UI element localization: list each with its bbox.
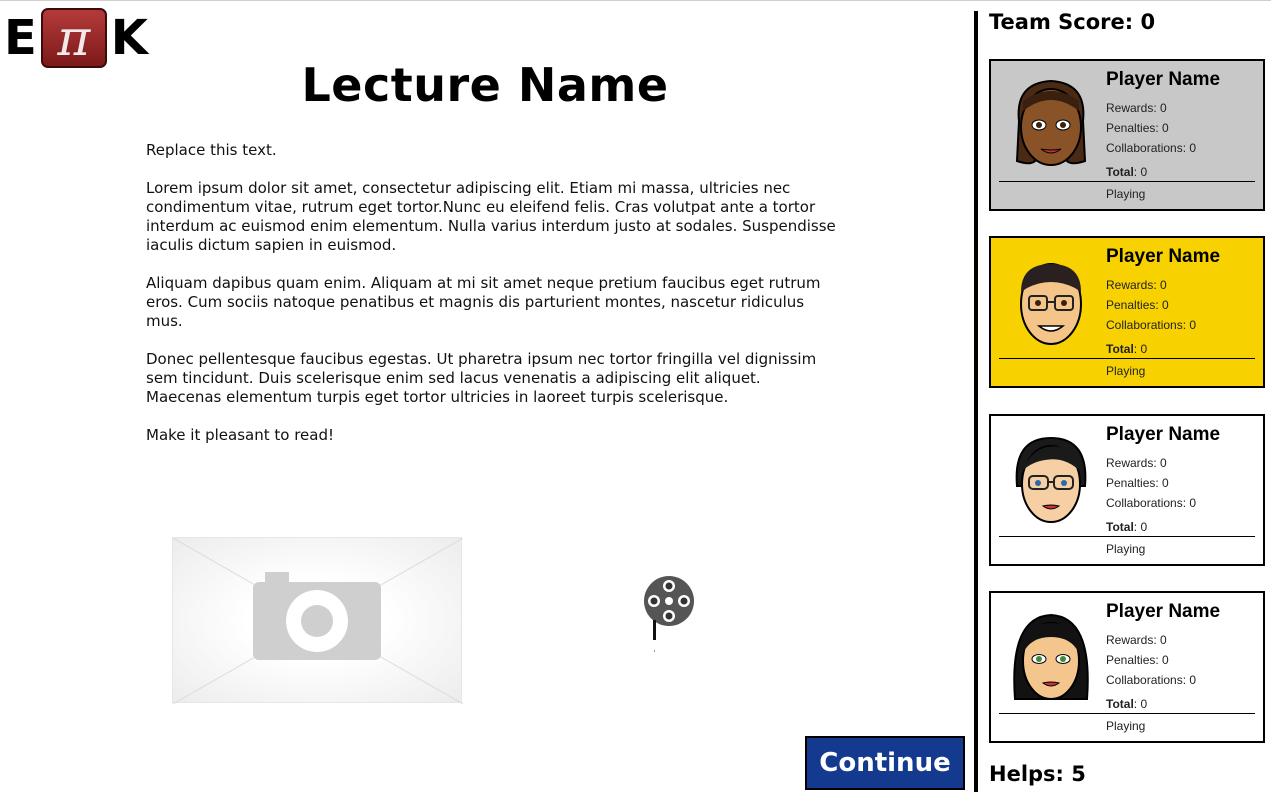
total-stat: Total: 0: [1106, 697, 1148, 711]
total-stat: Total: 0: [1106, 165, 1148, 179]
team-score: Team Score: 0: [989, 10, 1156, 34]
rewards-stat: Rewards: 0: [1106, 278, 1167, 292]
card-separator: [999, 713, 1255, 714]
continue-button[interactable]: Continue: [805, 736, 965, 790]
lecture-title: Lecture Name: [301, 58, 669, 112]
rewards-stat: Rewards: 0: [1106, 633, 1167, 647]
avatar-woman-dark-skin-icon: [1015, 79, 1087, 166]
player-status: Playing: [1106, 187, 1146, 201]
player-name: Player Name: [1106, 424, 1221, 445]
camera-icon: [173, 538, 463, 704]
player-status: Playing: [1106, 719, 1146, 733]
collaborations-stat: Collaborations: 0: [1106, 141, 1197, 155]
player-card: Player Name Rewards: 0 Penalties: 0 Coll…: [989, 236, 1265, 388]
penalties-stat: Penalties: 0: [1106, 653, 1169, 667]
collaborations-stat: Collaborations: 0: [1106, 318, 1197, 332]
logo-pi-icon: π: [40, 8, 107, 68]
lecture-paragraph: Lorem ipsum dolor sit amet, consectetur …: [146, 179, 836, 254]
avatar-woman-glasses-icon: [1015, 436, 1087, 523]
card-separator: [999, 358, 1255, 359]
penalties-stat: Penalties: 0: [1106, 121, 1169, 135]
player-name: Player Name: [1106, 69, 1221, 90]
collaborations-stat: Collaborations: 0: [1106, 496, 1197, 510]
avatar-man-glasses-icon: [1020, 263, 1082, 345]
sidebar-divider: [974, 11, 978, 792]
card-separator: [999, 181, 1255, 182]
logo-letter-e: E: [4, 10, 37, 66]
top-border: [0, 0, 1271, 1]
image-placeholder[interactable]: [172, 537, 463, 704]
film-reel-icon[interactable]: [642, 574, 698, 654]
logo-letter-k: K: [110, 10, 148, 66]
card-separator: [999, 536, 1255, 537]
penalties-stat: Penalties: 0: [1106, 298, 1169, 312]
total-stat: Total: 0: [1106, 520, 1148, 534]
total-stat: Total: 0: [1106, 342, 1148, 356]
penalties-stat: Penalties: 0: [1106, 476, 1169, 490]
avatar-woman-black-hair-icon: [1013, 613, 1089, 700]
player-card: Player Name Rewards: 0 Penalties: 0 Coll…: [989, 59, 1265, 211]
rewards-stat: Rewards: 0: [1106, 101, 1167, 115]
lecture-paragraph: Aliquam dapibus quam enim. Aliquam at mi…: [146, 274, 821, 330]
lecture-paragraph: Replace this text.: [146, 141, 277, 159]
lecture-paragraph: Make it pleasant to read!: [146, 426, 334, 444]
rewards-stat: Rewards: 0: [1106, 456, 1167, 470]
player-status: Playing: [1106, 364, 1146, 378]
player-card: Player Name Rewards: 0 Penalties: 0 Coll…: [989, 414, 1265, 566]
player-card: Player Name Rewards: 0 Penalties: 0 Coll…: [989, 591, 1265, 743]
player-status: Playing: [1106, 542, 1146, 556]
logo: E π K: [4, 7, 148, 69]
helps-counter: Helps: 5: [989, 762, 1086, 786]
player-name: Player Name: [1106, 246, 1221, 267]
collaborations-stat: Collaborations: 0: [1106, 673, 1197, 687]
lecture-content: Replace this text. Lorem ipsum dolor sit…: [146, 141, 836, 464]
player-name: Player Name: [1106, 601, 1221, 622]
lecture-paragraph: Donec pellentesque faucibus egestas. Ut …: [146, 350, 817, 406]
